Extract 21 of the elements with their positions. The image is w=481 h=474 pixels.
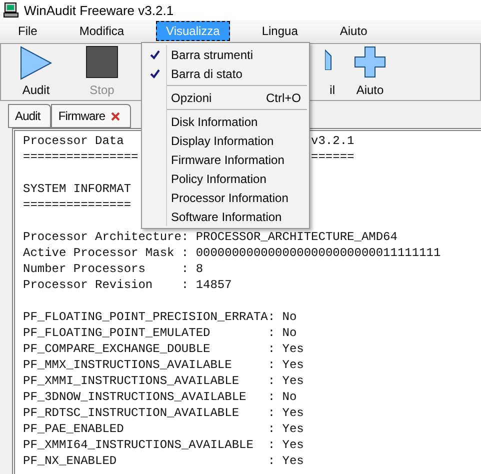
report-line: SYSTEM INFORMAT: [23, 181, 132, 197]
window-title: WinAudit Freeware v3.2.1: [24, 2, 174, 18]
report-line: PF_FLOATING_POINT_EMULATED : No: [23, 325, 297, 341]
report-line: v3.2.1: [311, 133, 354, 149]
report-line: PF_MMX_INSTRUCTIONS_AVAILABLE : Yes: [23, 357, 304, 373]
report-line: PF_3DNOW_INSTRUCTIONS_AVAILABLE : No: [23, 389, 297, 405]
report-line: Processor Data: [23, 133, 124, 149]
report-line: PF_XMMI64_INSTRUCTIONS_AVAILABLE : Yes: [23, 437, 304, 453]
report-line: PF_FLOATING_POINT_PRECISION_ERRATA: No: [23, 309, 297, 325]
report-line: Processor Architecture: PROCESSOR_ARCHITECTURE_AMD64: [23, 229, 398, 245]
report-line: PF_XMMI_INSTRUCTIONS_AVAILABLE : Yes: [23, 373, 304, 389]
report-line: ===============: [23, 197, 132, 213]
report-line: PF_PAE_ENABLED : Yes: [23, 421, 304, 437]
report-line: PF_RDTSC_INSTRUCTION_AVAILABLE : Yes: [23, 405, 304, 421]
report-line: Active Processor Mask : 0000000000000000000000000011111111: [23, 245, 441, 261]
report-line: ================: [23, 149, 138, 165]
report-line: Number Processors : 8: [23, 261, 204, 277]
report-line: PF_NX_ENABLED : Yes: [23, 453, 304, 469]
report-line: Processor Revision : 14857: [23, 277, 232, 293]
report-line: ======: [311, 149, 354, 165]
report-line: PF_COMPARE_EXCHANGE_DOUBLE : Yes: [23, 341, 304, 357]
